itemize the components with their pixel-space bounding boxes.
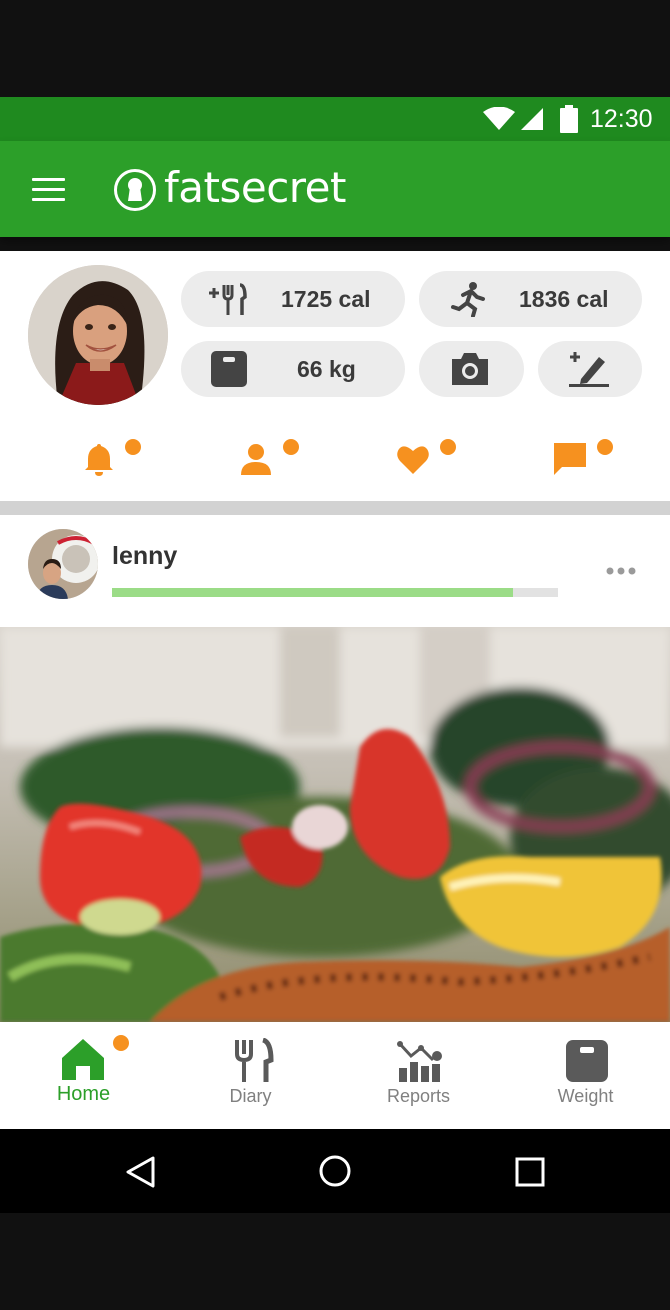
avatar-photo	[28, 265, 168, 405]
more-dots-icon[interactable]	[605, 565, 637, 577]
weight-button[interactable]: 66 kg	[181, 341, 405, 397]
app-logo-text: fatsecret	[164, 163, 346, 212]
app-bar: fatsecret	[0, 141, 670, 237]
heart-badge-dot	[440, 439, 456, 455]
add-note-icon	[569, 352, 609, 387]
nav-home[interactable]: Home	[0, 1022, 167, 1129]
post-author-avatar[interactable]	[28, 529, 98, 599]
back-icon[interactable]	[124, 1155, 156, 1189]
weight-scale-icon	[566, 1040, 608, 1082]
post-progress-fill	[112, 588, 514, 597]
post-author-name[interactable]: lenny	[112, 541, 177, 571]
nav-diary[interactable]: Diary	[167, 1022, 334, 1129]
section-divider	[0, 501, 670, 515]
home-badge-dot	[113, 1035, 129, 1051]
food-add-icon	[209, 283, 247, 315]
person-badge-dot	[283, 439, 299, 455]
post-author-photo	[28, 529, 98, 599]
battery-icon	[560, 105, 578, 133]
exercise-calories-value: 1836 cal	[519, 286, 609, 312]
nav-reports-label: Reports	[386, 1086, 451, 1106]
food-calories-value: 1725 cal	[281, 286, 371, 312]
weight-value: 66 kg	[297, 356, 356, 382]
bottom-navigation: Home Diary Reports Weight	[0, 1022, 670, 1129]
post-progress-bar	[112, 588, 558, 597]
chat-icon[interactable]	[552, 441, 588, 477]
bell-badge-dot	[125, 439, 141, 455]
bottom-bezel	[0, 1213, 670, 1310]
running-icon	[451, 282, 485, 317]
heart-icon[interactable]	[395, 441, 431, 477]
salad-photo	[0, 627, 670, 1022]
camera-icon	[452, 353, 488, 385]
reports-chart-icon	[397, 1041, 442, 1082]
home-circle-icon[interactable]	[318, 1154, 352, 1188]
post-food-photo[interactable]	[0, 627, 670, 1022]
signal-icon	[521, 108, 543, 130]
diary-utensils-icon	[235, 1038, 274, 1082]
nav-diary-label: Diary	[229, 1086, 272, 1106]
wifi-icon	[483, 107, 515, 130]
hamburger-menu-icon[interactable]	[32, 178, 65, 202]
nav-reports[interactable]: Reports	[335, 1022, 502, 1129]
profile-summary: 1725 cal 1836 cal 66 kg	[0, 251, 670, 501]
exercise-calories-button[interactable]: 1836 cal	[419, 271, 642, 327]
status-time: 12:30	[590, 105, 653, 133]
nav-weight[interactable]: Weight	[502, 1022, 669, 1129]
food-calories-button[interactable]: 1725 cal	[181, 271, 405, 327]
nav-home-label: Home	[56, 1083, 111, 1105]
scale-icon	[211, 351, 247, 387]
add-note-button[interactable]	[538, 341, 642, 397]
post-header: lenny	[0, 515, 670, 627]
system-navigation-bar	[0, 1129, 670, 1213]
home-icon	[62, 1039, 104, 1080]
person-icon[interactable]	[238, 441, 274, 477]
bell-icon[interactable]	[81, 441, 117, 477]
camera-button[interactable]	[419, 341, 524, 397]
nav-weight-label: Weight	[557, 1086, 614, 1106]
status-bar: 12:30	[0, 97, 670, 141]
keyhole-logo-icon	[114, 169, 156, 211]
recents-square-icon[interactable]	[515, 1157, 545, 1187]
chat-badge-dot	[597, 439, 613, 455]
top-bezel	[0, 0, 670, 97]
user-avatar[interactable]	[28, 265, 168, 405]
